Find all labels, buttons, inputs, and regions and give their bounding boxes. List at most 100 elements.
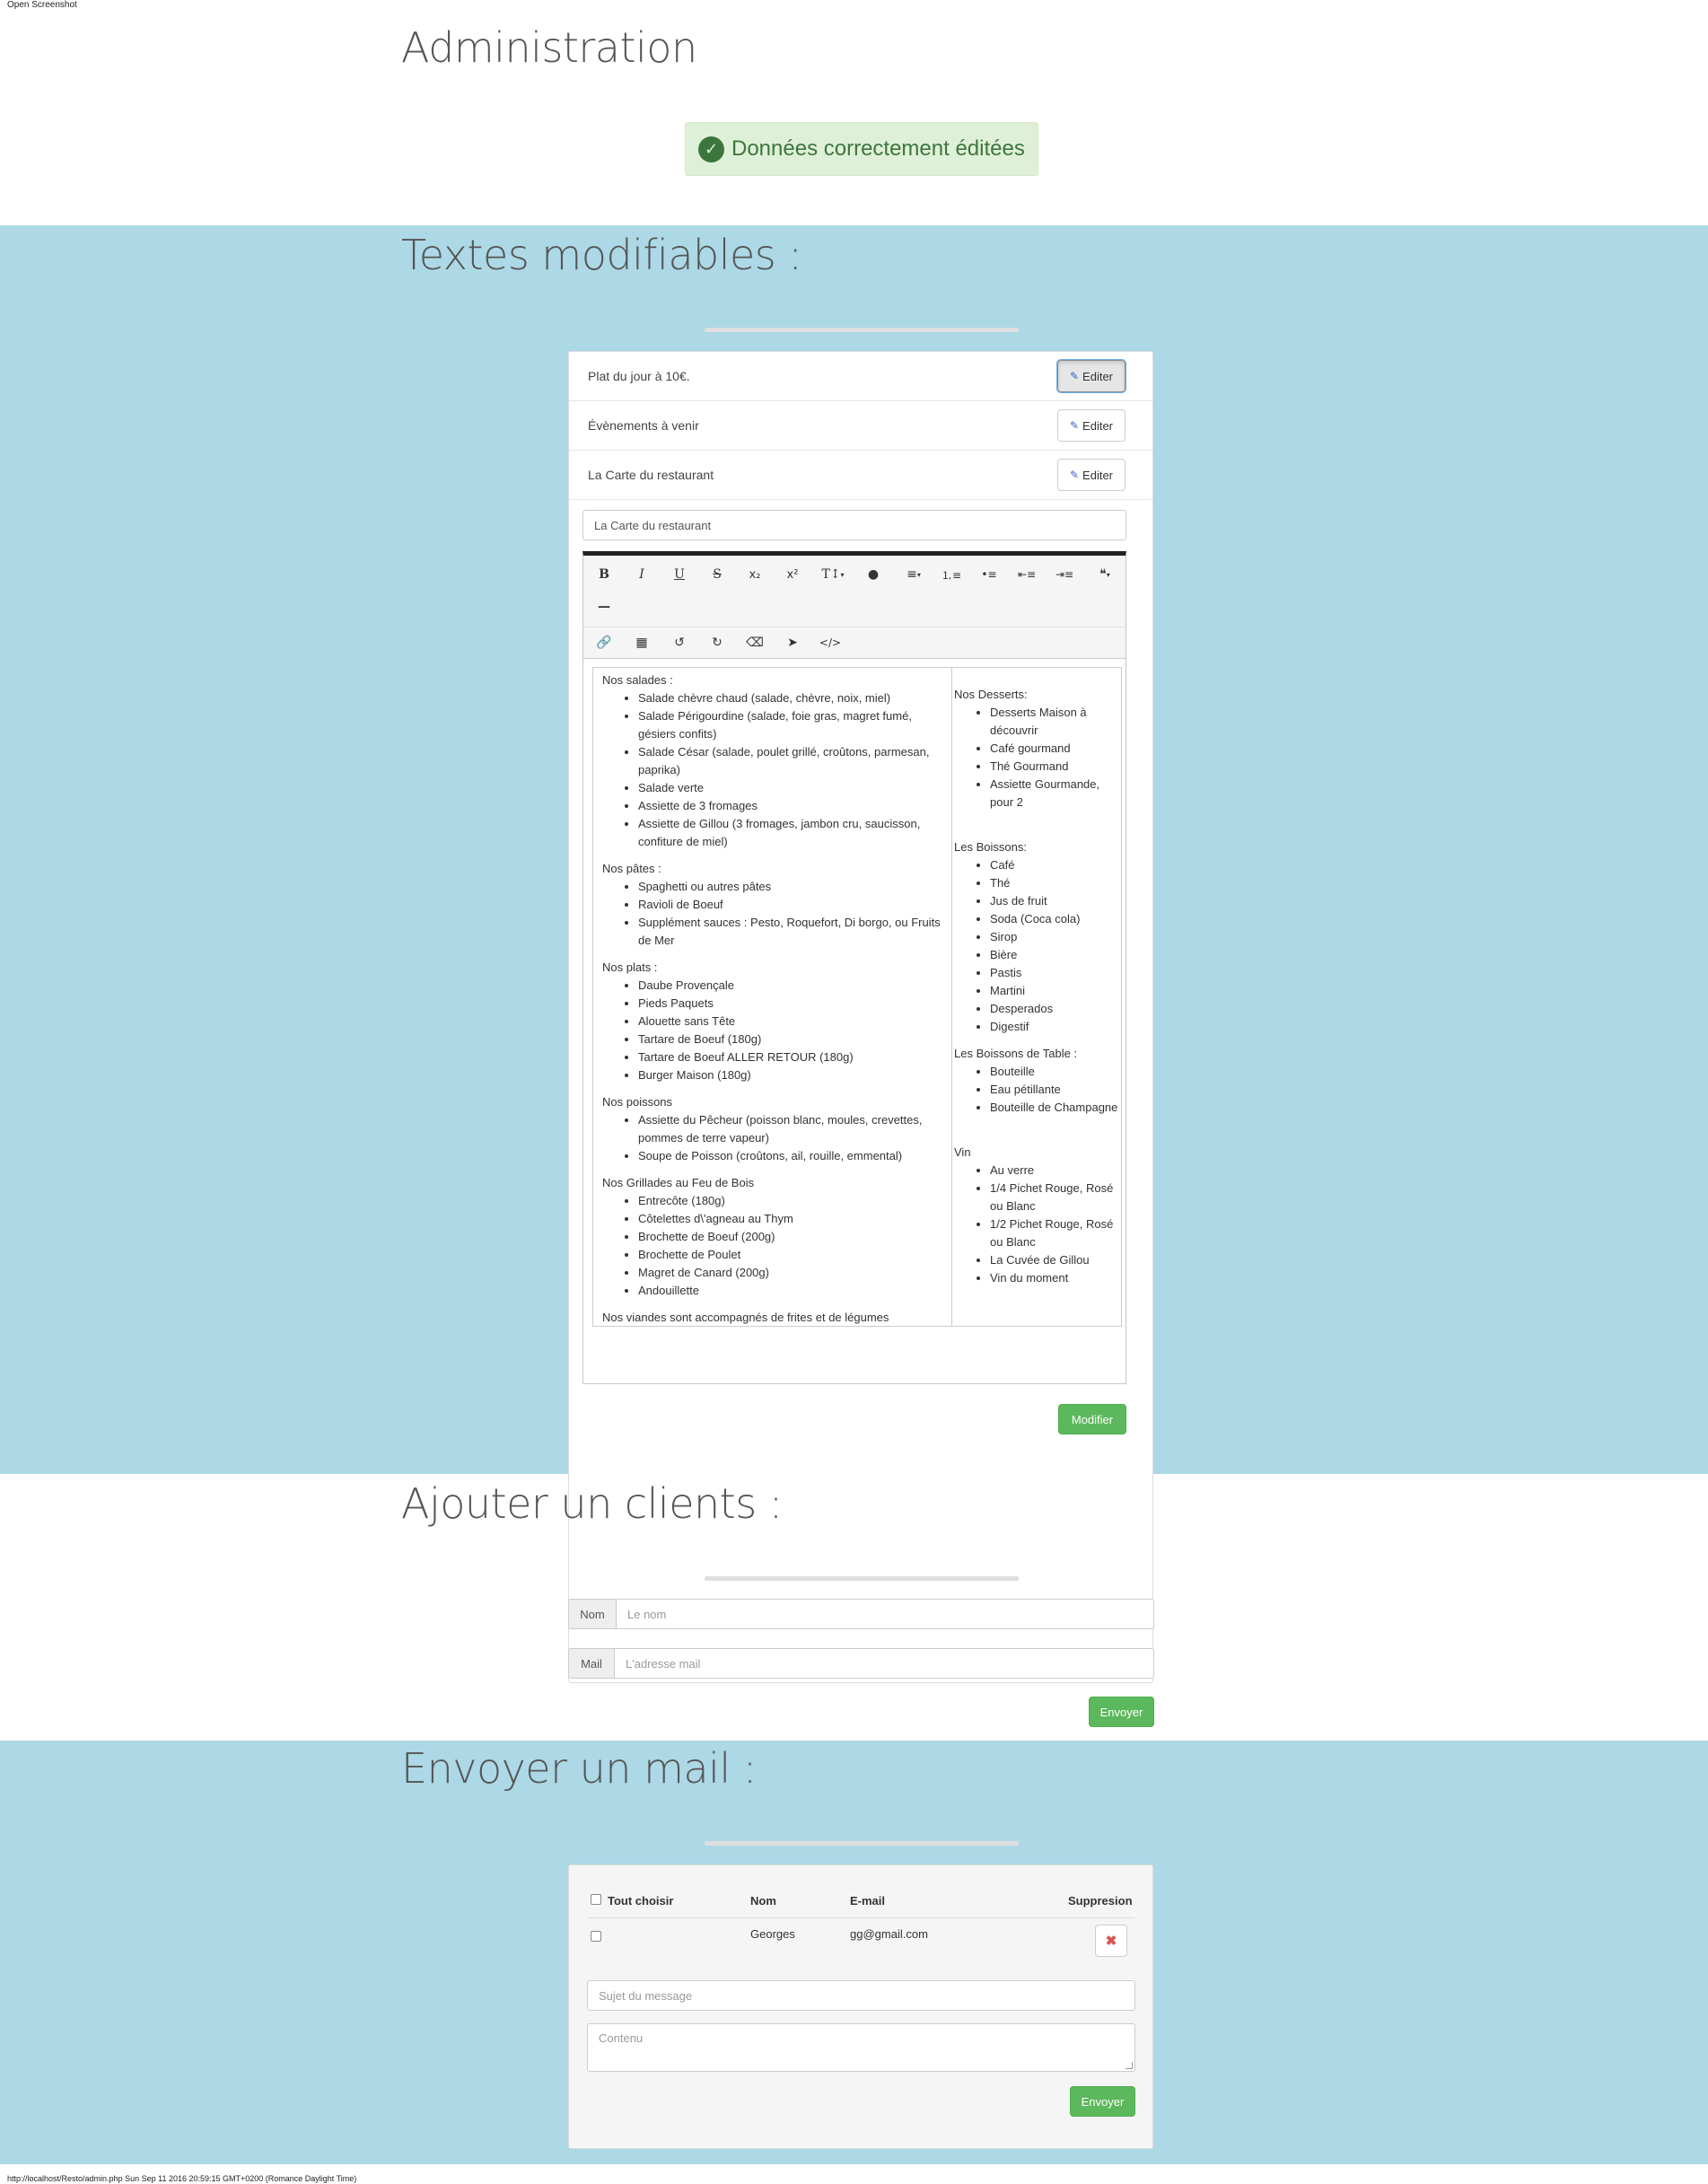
edit-evenements-button[interactable]: ✎ Editer	[1057, 409, 1126, 442]
menu-item: Ravioli de Boeuf	[638, 896, 951, 914]
table-button[interactable]: ▦	[626, 629, 657, 656]
row-checkbox[interactable]	[591, 1931, 601, 1942]
send-mail-button[interactable]: Envoyer	[1070, 2086, 1135, 2117]
section-divider	[705, 1841, 1019, 1846]
menu-item: Salade Périgourdine (salade, foie gras, …	[638, 707, 951, 743]
menu-item: Au verre	[990, 1162, 1121, 1180]
menu-item: Burger Maison (180g)	[638, 1066, 951, 1084]
underline-button[interactable]: U	[664, 561, 695, 588]
menu-list: Daube ProvençalePieds PaquetsAlouette sa…	[602, 977, 951, 1084]
menu-item: Soda (Coca cola)	[990, 910, 1121, 928]
mail-addon: Mail	[568, 1648, 615, 1679]
footer-url: http://localhost/Resto/admin.php Sun Sep…	[7, 2174, 357, 2183]
font-size-dropdown[interactable]: T↕ ▾	[815, 561, 851, 588]
check-circle-icon: ✓	[698, 136, 724, 162]
eraser-button[interactable]: ⌫	[740, 629, 770, 656]
paragraph-align-dropdown[interactable]: ≡ ▾	[896, 561, 932, 588]
column-header-name: Nom	[750, 1894, 776, 1908]
menu-list: Au verre1/4 Pichet Rouge, Rosé ou Blanc1…	[954, 1162, 1121, 1287]
menu-content-table[interactable]: Nos salades : Salade chèvre chaud (salade…	[592, 667, 1122, 1327]
add-client-button[interactable]: Envoyer	[1089, 1697, 1154, 1727]
bold-button[interactable]: B	[589, 561, 619, 588]
client-name-input[interactable]: Le nom	[616, 1599, 1154, 1629]
caret-down-icon: ▾	[840, 570, 845, 579]
mail-content-textarea[interactable]: Contenu	[587, 2023, 1135, 2072]
menu-section-heading: Les Boissons de Table :	[954, 1047, 1078, 1060]
menu-list: Desserts Maison à découvrirCafé gourmand…	[954, 704, 1121, 811]
texts-section-title: Textes modifiables :	[401, 231, 802, 279]
font-size-icon: T↕	[821, 567, 841, 582]
mail-subject-input[interactable]: Sujet du message	[587, 1980, 1135, 2011]
text-title-input[interactable]: La Carte du restaurant	[582, 510, 1126, 540]
clients-section-title: Ajouter un clients :	[401, 1479, 783, 1528]
screenshot-label: Open Screenshot	[7, 0, 77, 10]
menu-list: BouteilleEau pétillanteBouteille de Cham…	[954, 1063, 1121, 1117]
code-icon: </>	[819, 636, 842, 649]
menu-item: Assiette de Gillou (3 fromages, jambon c…	[638, 815, 951, 851]
menu-item: Entrecôte (180g)	[638, 1192, 951, 1210]
menu-item: Desperados	[990, 1000, 1121, 1018]
modify-button[interactable]: Modifier	[1058, 1404, 1126, 1434]
link-button[interactable]: 🔗	[589, 629, 619, 656]
redo-icon: ↻	[712, 636, 723, 650]
edit-plat-du-jour-button[interactable]: ✎ Editer	[1056, 359, 1126, 393]
row-name: Georges	[750, 1927, 795, 1941]
eraser-icon: ⌫	[746, 636, 764, 650]
menu-item: La Cuvée de Gillou	[990, 1251, 1121, 1269]
menu-item: Salade chèvre chaud (salade, chèvre, noi…	[638, 689, 951, 707]
undo-button[interactable]: ↺	[664, 629, 695, 656]
menu-section-heading: Nos Grillades au Feu de Bois	[602, 1176, 755, 1189]
color-button[interactable]: ●	[858, 561, 889, 588]
italic-button[interactable]: I	[626, 561, 657, 588]
unordered-list-button[interactable]: •≡	[974, 561, 1004, 588]
code-view-button[interactable]: </>	[815, 629, 845, 656]
menu-list: Salade chèvre chaud (salade, chèvre, noi…	[602, 689, 951, 851]
menu-item: Magret de Canard (200g)	[638, 1264, 951, 1282]
menu-item: Pieds Paquets	[638, 995, 951, 1013]
subscript-button[interactable]: x₂	[740, 561, 770, 588]
section-divider	[705, 328, 1019, 332]
caret-down-icon: ▾	[916, 570, 921, 579]
menu-item: Pastis	[990, 964, 1121, 982]
redo-button[interactable]: ↻	[702, 629, 732, 656]
menu-item: Soupe de Poisson (croûtons, ail, rouille…	[638, 1147, 951, 1165]
menu-section-heading: Nos pâtes :	[602, 862, 661, 875]
menu-item: Café gourmand	[990, 740, 1121, 758]
delete-client-button[interactable]: ✖	[1095, 1925, 1127, 1957]
menu-section-heading: Nos salades :	[602, 673, 673, 687]
menu-item: Brochette de Boeuf (200g)	[638, 1228, 951, 1246]
outdent-button[interactable]: ⇤≡	[1012, 561, 1042, 588]
section-divider	[705, 1576, 1019, 1581]
texts-section: Textes modifiables : Plat du jour à 10€.…	[0, 225, 1708, 1683]
row-email: gg@gmail.com	[850, 1927, 928, 1941]
ordered-list-icon: ⒈≡	[941, 568, 962, 582]
menu-item: Martini	[990, 982, 1121, 1000]
ordered-list-button[interactable]: ⒈≡	[936, 561, 967, 588]
mail-section: Envoyer un mail : Tout choisir Nom E-mai…	[0, 1741, 1708, 2164]
edit-row-label: La Carte du restaurant	[588, 468, 714, 482]
quote-icon: ❝	[1099, 567, 1107, 582]
menu-list: Spaghetti ou autres pâtesRavioli de Boeu…	[602, 878, 951, 950]
align-left-icon: ≡	[907, 567, 917, 582]
caret-down-icon: ▾	[1106, 570, 1110, 579]
select-all-checkbox[interactable]	[591, 1894, 601, 1905]
edit-carte-button[interactable]: ✎ Editer	[1057, 459, 1126, 491]
edit-row-plat-du-jour: Plat du jour à 10€. ✎ Editer	[569, 352, 1152, 401]
menu-list: Assiette du Pêcheur (poisson blanc, moul…	[602, 1111, 951, 1165]
resize-handle-icon[interactable]	[1126, 2062, 1133, 2069]
menu-footer-note: Nos viandes sont accompagnés de frites e…	[602, 1311, 889, 1324]
horizontal-rule-button[interactable]: —	[589, 593, 619, 620]
page-title: Administration	[401, 23, 697, 72]
client-mail-input[interactable]: L'adresse mail	[614, 1648, 1154, 1679]
menu-item: Tartare de Boeuf ALLER RETOUR (180g)	[638, 1048, 951, 1066]
blockquote-dropdown[interactable]: ❝ ▾	[1087, 561, 1123, 588]
editor-toolbar: B I U S x₂ x² T↕ ▾ ● ≡ ▾ ⒈≡ •≡ ⇤≡ ⇥≡ ❝ ▾ — …	[583, 556, 1126, 659]
pencil-icon: ✎	[1069, 370, 1080, 382]
select-button[interactable]: ➤	[777, 629, 808, 656]
indent-button[interactable]: ⇥≡	[1049, 561, 1080, 588]
edit-button-label: Editer	[1082, 468, 1114, 482]
menu-item: Daube Provençale	[638, 977, 951, 995]
superscript-button[interactable]: x²	[777, 561, 808, 588]
strikethrough-button[interactable]: S	[702, 561, 732, 588]
